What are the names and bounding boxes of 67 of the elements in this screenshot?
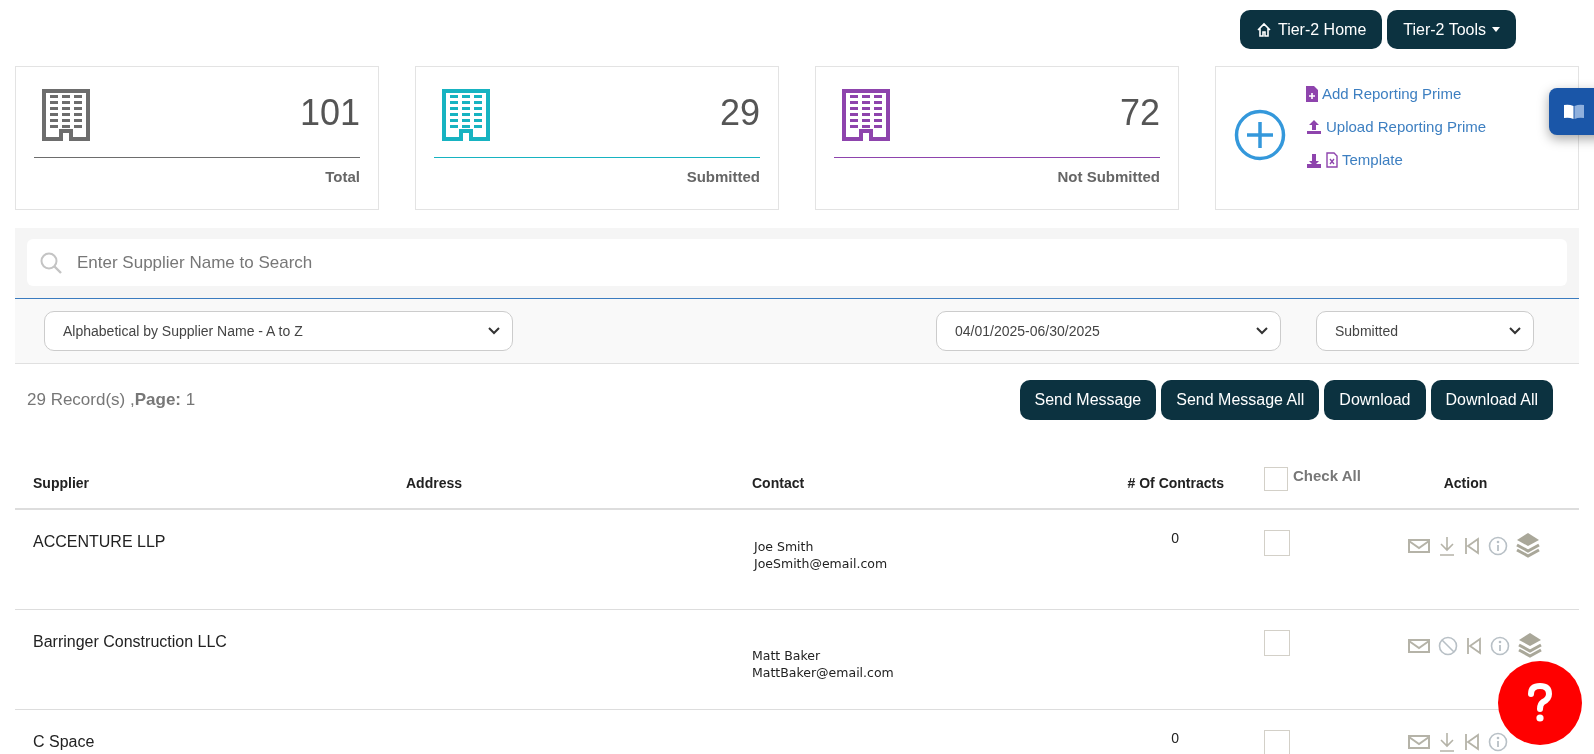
row-checkbox[interactable] bbox=[1264, 730, 1290, 754]
supplier-name: Barringer Construction LLC bbox=[32, 632, 228, 651]
ban-icon[interactable] bbox=[1438, 636, 1458, 656]
stat-value: 72 bbox=[1119, 92, 1160, 134]
download-icon[interactable] bbox=[1438, 732, 1456, 752]
column-header: Contact bbox=[751, 475, 806, 491]
nav-button[interactable]: Tier-2 Tools bbox=[1387, 10, 1516, 49]
upload-icon bbox=[1306, 118, 1322, 135]
check-all-label: Check All bbox=[1293, 467, 1361, 484]
record-count: 29 Record(s) ,Page: 1 bbox=[27, 390, 196, 410]
mail-icon[interactable] bbox=[1408, 734, 1430, 750]
row-checkbox[interactable] bbox=[1264, 530, 1290, 556]
layers-icon[interactable] bbox=[1518, 632, 1542, 660]
info-icon[interactable] bbox=[1490, 636, 1510, 656]
excel-file-icon bbox=[1326, 151, 1338, 168]
date-range-select[interactable]: 04/01/2025-06/30/2025 bbox=[936, 311, 1281, 351]
action-button[interactable]: Send Message All bbox=[1161, 380, 1320, 420]
chevron-icon bbox=[1509, 327, 1521, 335]
search-icon bbox=[39, 251, 63, 275]
column-header: # Of Contracts bbox=[1126, 475, 1225, 491]
home-icon bbox=[1256, 21, 1272, 38]
column-header: Address bbox=[405, 475, 464, 491]
stat-label: Submitted bbox=[686, 168, 760, 185]
chevron-icon bbox=[488, 327, 500, 335]
stat-label: Not Submitted bbox=[1057, 168, 1160, 185]
nav-button[interactable]: Tier-2 Home bbox=[1240, 10, 1383, 49]
skip-back-icon[interactable] bbox=[1466, 637, 1482, 655]
contact-name: Matt Baker bbox=[752, 647, 822, 664]
question-icon bbox=[1527, 683, 1553, 723]
sort-select[interactable]: Alphabetical by Supplier Name - A to Z bbox=[44, 311, 513, 351]
info-icon[interactable] bbox=[1488, 732, 1508, 752]
contact-email: MattBaker@email.com bbox=[752, 664, 895, 681]
check-all-checkbox[interactable] bbox=[1264, 467, 1288, 491]
supplier-name: ACCENTURE LLP bbox=[32, 532, 167, 551]
layers-icon[interactable] bbox=[1516, 532, 1540, 560]
action-button[interactable]: Send Message bbox=[1019, 380, 1157, 420]
supplier-name: C Space bbox=[32, 732, 96, 751]
action-button[interactable]: Download bbox=[1324, 380, 1426, 420]
mail-icon[interactable] bbox=[1408, 538, 1430, 554]
add-circle-icon[interactable] bbox=[1234, 109, 1286, 161]
column-header: Action bbox=[1442, 475, 1489, 491]
contact-name: Joe Smith bbox=[754, 538, 815, 555]
column-header: Supplier bbox=[32, 475, 90, 491]
skip-back-icon[interactable] bbox=[1464, 733, 1480, 751]
action-link[interactable]: Upload Reporting Prime bbox=[1306, 118, 1487, 135]
status-select[interactable]: Submitted bbox=[1316, 311, 1534, 351]
action-link[interactable]: Add Reporting Prime bbox=[1306, 85, 1487, 102]
book-icon bbox=[1563, 103, 1585, 120]
download-icon[interactable] bbox=[1438, 536, 1456, 556]
file-add-icon bbox=[1306, 85, 1318, 102]
search-field[interactable]: Enter Supplier Name to Search bbox=[27, 239, 1567, 286]
row-checkbox[interactable] bbox=[1264, 630, 1290, 656]
guide-tab[interactable] bbox=[1549, 88, 1594, 135]
caret-icon bbox=[1492, 27, 1500, 32]
mail-icon[interactable] bbox=[1408, 638, 1430, 654]
info-icon[interactable] bbox=[1488, 536, 1508, 556]
contract-count: 0 bbox=[1171, 730, 1179, 746]
action-link[interactable]: Template bbox=[1306, 151, 1487, 168]
chevron-icon bbox=[1256, 327, 1268, 335]
action-button[interactable]: Download All bbox=[1430, 380, 1553, 420]
contact-email: JoeSmith@email.com bbox=[754, 555, 889, 572]
stat-value: 29 bbox=[719, 92, 760, 134]
stat-value: 101 bbox=[299, 92, 360, 134]
contract-count: 0 bbox=[1171, 530, 1179, 546]
stat-label: Total bbox=[325, 168, 360, 185]
download-icon bbox=[1306, 151, 1322, 168]
skip-back-icon[interactable] bbox=[1464, 537, 1480, 555]
